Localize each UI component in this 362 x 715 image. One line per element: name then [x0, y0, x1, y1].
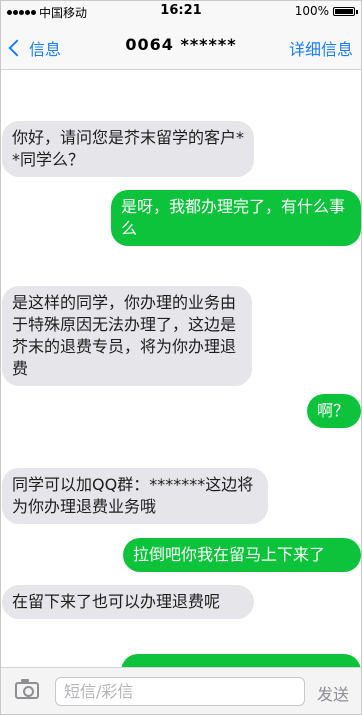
- battery-percent: 100%: [294, 4, 329, 18]
- message-bubble-incoming: 你好，请问您是芥末留学的客户**同学么？: [2, 121, 254, 177]
- message-bubble-incoming: 在留下来了也可以办理退费呢: [2, 585, 254, 619]
- navigation-bar: 信息 0064 ****** 详细信息: [1, 23, 361, 70]
- message-bubble-outgoing: 啊？: [307, 394, 361, 428]
- message-bubble-incoming: 是这样的同学，你办理的业务由于特殊原因无法办理了，这边是芥末的退费专员，将为你办…: [2, 286, 252, 386]
- send-button[interactable]: 发送: [317, 681, 349, 705]
- message-bubble-incoming: 同学可以加QQ群：*******这边将为你办理退费业务哦: [2, 468, 268, 524]
- battery-icon: [333, 6, 358, 16]
- details-button[interactable]: 详细信息: [289, 36, 353, 60]
- battery-area: 100%: [294, 4, 358, 18]
- message-bubble-outgoing: 拉倒吧你我在留马上下来了: [123, 538, 361, 572]
- message-input[interactable]: [55, 677, 305, 706]
- status-bar: 中国移动 16:21 100%: [1, 1, 361, 23]
- messages-screen: 中国移动 16:21 100% 信息 0064 ****** 详细信息 你好，请…: [0, 0, 362, 715]
- camera-icon[interactable]: [15, 679, 39, 699]
- message-bubble-outgoing: 是呀，我都办理完了，有什么事么: [111, 190, 361, 246]
- composer-bar: 发送: [1, 667, 361, 714]
